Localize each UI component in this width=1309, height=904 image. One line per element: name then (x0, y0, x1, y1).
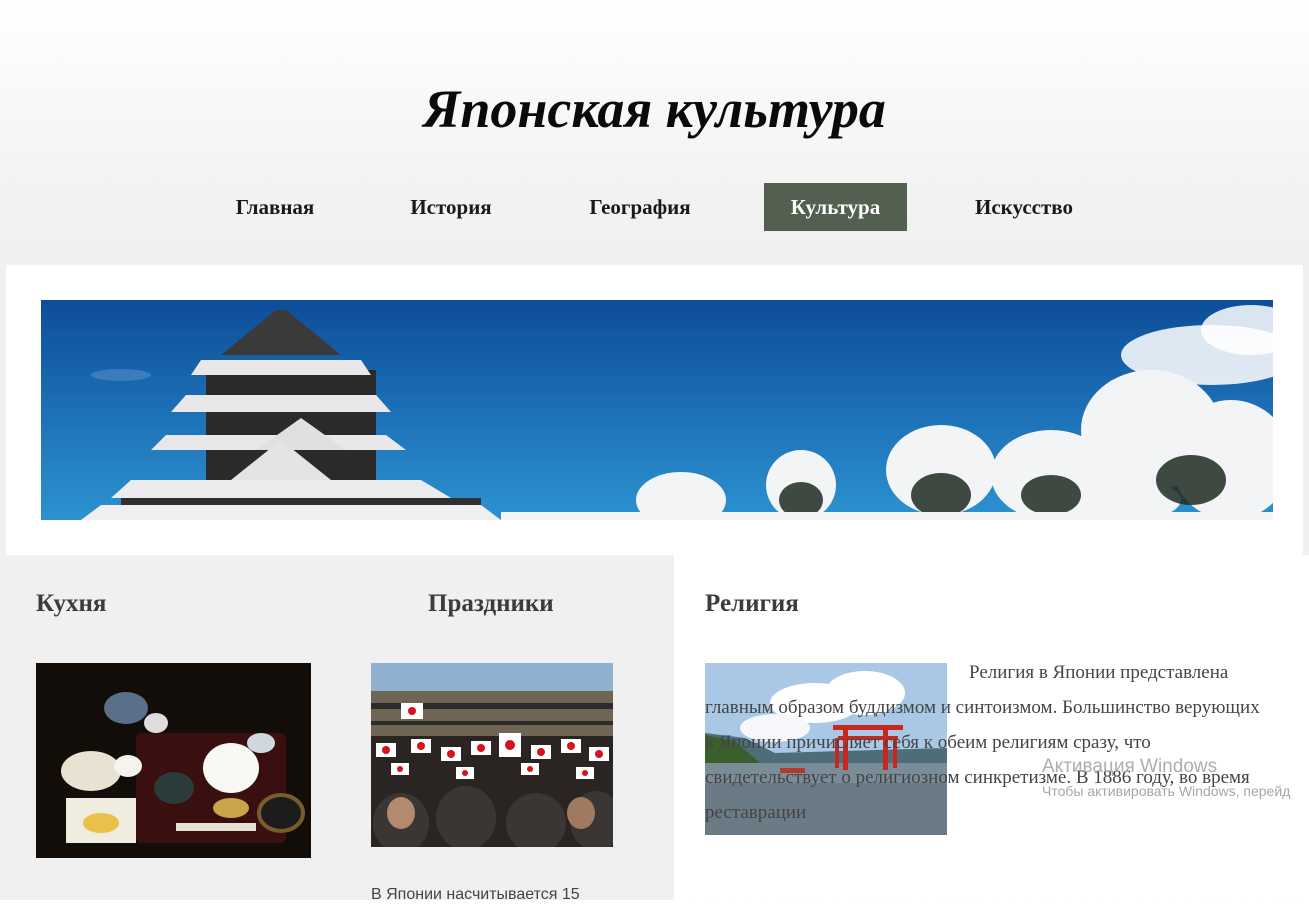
banner-panel (6, 265, 1303, 555)
nav-item-history[interactable]: История (391, 183, 511, 231)
main-nav: Главная История География Культура Искус… (0, 183, 1309, 231)
religion-heading: Религия (705, 590, 799, 617)
religion-text: Религия в Японии представлена главным об… (705, 662, 1260, 823)
holidays-heading: Праздники (428, 590, 554, 617)
windows-activation-subtitle[interactable]: Чтобы активировать Windows, перейд (1042, 783, 1290, 799)
holidays-image (371, 663, 613, 847)
nav-item-art[interactable]: Искусство (955, 183, 1093, 231)
banner-image (41, 300, 1273, 520)
nav-item-geography[interactable]: География (570, 183, 710, 231)
windows-activation-title: Активация Windows (1042, 756, 1218, 777)
cuisine-image (36, 663, 311, 858)
nav-item-home[interactable]: Главная (215, 183, 335, 231)
nav-item-culture[interactable]: Культура (764, 183, 907, 231)
holidays-text: В Японии насчитывается 15 (371, 886, 580, 903)
cuisine-heading: Кухня (36, 590, 107, 617)
site-title: Японская культура (423, 79, 886, 139)
